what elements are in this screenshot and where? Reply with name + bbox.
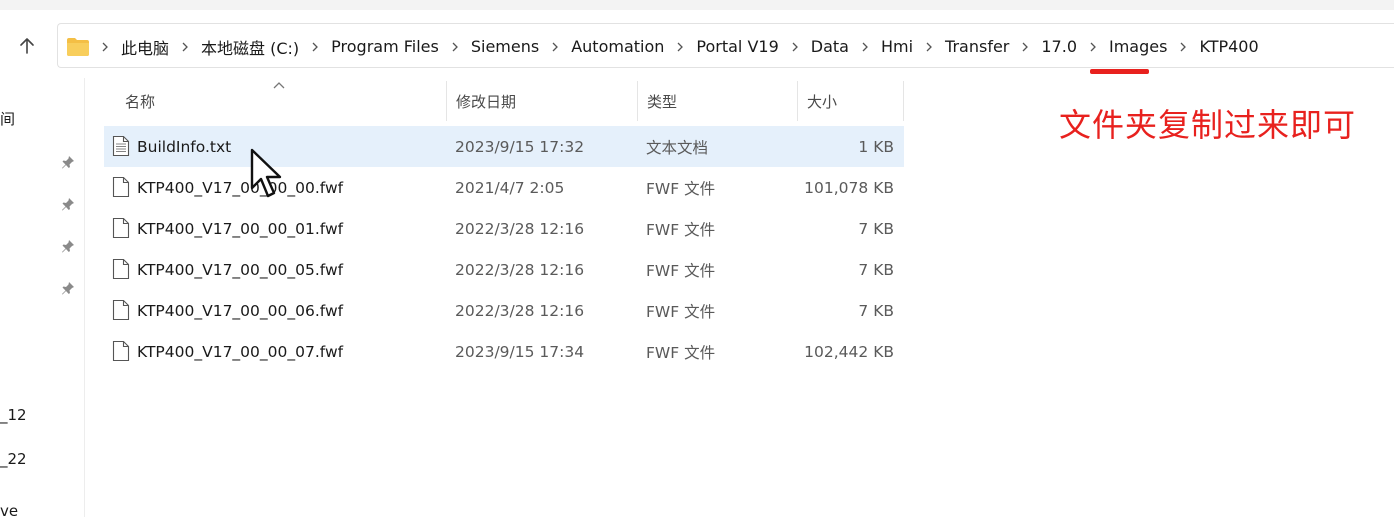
file-name: KTP400_V17_00_00_07.fwf bbox=[137, 342, 344, 361]
file-list: BuildInfo.txt 2023/9/15 17:32 文本文档 1 KB KTP4… bbox=[104, 126, 904, 372]
breadcrumb-item-ktp400[interactable]: KTP400 bbox=[1194, 37, 1263, 56]
file-row[interactable]: KTP400_V17_00_00_05.fwf 2022/3/28 12:16 FW… bbox=[104, 249, 904, 290]
pin-icon[interactable] bbox=[60, 280, 76, 296]
file-type: FWF 文件 bbox=[646, 261, 716, 280]
file-size: 7 KB bbox=[858, 260, 894, 279]
file-icon bbox=[112, 340, 130, 362]
annotation-underline bbox=[1090, 69, 1149, 74]
pin-icon[interactable] bbox=[60, 196, 76, 212]
chevron-right-icon bbox=[784, 42, 806, 52]
file-type: FWF 文件 bbox=[646, 220, 716, 239]
title-strip bbox=[0, 0, 1394, 10]
chevron-right-icon bbox=[1014, 42, 1036, 52]
file-icon bbox=[112, 217, 130, 239]
file-type: FWF 文件 bbox=[646, 302, 716, 321]
file-modified-date: 2021/4/7 2:05 bbox=[455, 178, 565, 197]
breadcrumb-item-program-files[interactable]: Program Files bbox=[326, 37, 444, 56]
chevron-right-icon bbox=[669, 42, 691, 52]
mouse-cursor-icon bbox=[250, 148, 282, 198]
file-row[interactable]: KTP400_V17_00_00_01.fwf 2022/3/28 12:16 FW… bbox=[104, 208, 904, 249]
breadcrumb-item-automation[interactable]: Automation bbox=[566, 37, 669, 56]
up-button[interactable] bbox=[14, 33, 40, 59]
column-header-size[interactable]: 大小 bbox=[798, 81, 904, 121]
column-header-date[interactable]: 修改日期 bbox=[447, 81, 638, 121]
address-bar[interactable]: 此电脑 本地磁盘 (C:) Program Files Siemens Auto… bbox=[57, 23, 1394, 68]
file-name: KTP400_V17_00_00_01.fwf bbox=[137, 219, 344, 238]
file-modified-date: 2022/3/28 12:16 bbox=[455, 260, 585, 279]
breadcrumb-item-images[interactable]: Images bbox=[1104, 37, 1172, 56]
annotation-text: 文件夹复制过来即可 bbox=[1059, 106, 1357, 144]
nav-item-fragment[interactable]: 间 bbox=[0, 108, 15, 129]
chevron-right-icon bbox=[544, 42, 566, 52]
chevron-right-icon bbox=[94, 42, 116, 52]
file-size: 101,078 KB bbox=[804, 178, 894, 197]
breadcrumb-item-this-pc[interactable]: 此电脑 bbox=[116, 35, 174, 59]
file-modified-date: 2023/9/15 17:32 bbox=[455, 137, 585, 156]
chevron-right-icon bbox=[174, 42, 196, 52]
breadcrumb-item-data[interactable]: Data bbox=[806, 37, 854, 56]
file-type: FWF 文件 bbox=[646, 179, 716, 198]
arrow-up-icon bbox=[20, 38, 34, 54]
file-size: 1 KB bbox=[858, 137, 894, 156]
nav-item-fragment[interactable]: _22 bbox=[0, 450, 27, 468]
file-modified-date: 2023/9/15 17:34 bbox=[455, 342, 585, 361]
nav-item-fragment[interactable]: _12 bbox=[0, 406, 27, 424]
file-row[interactable]: KTP400_V17_00_00_00.fwf 2021/4/7 2:05 FWF … bbox=[104, 167, 904, 208]
pin-icon[interactable] bbox=[60, 154, 76, 170]
breadcrumb-item-portal-v19[interactable]: Portal V19 bbox=[691, 37, 783, 56]
breadcrumb: 此电脑 本地磁盘 (C:) Program Files Siemens Auto… bbox=[66, 24, 1264, 69]
breadcrumb-item-17-0[interactable]: 17.0 bbox=[1036, 37, 1082, 56]
chevron-right-icon bbox=[304, 42, 326, 52]
breadcrumb-item-local-disk[interactable]: 本地磁盘 (C:) bbox=[196, 35, 304, 59]
file-icon bbox=[112, 299, 130, 321]
file-name: KTP400_V17_00_00_06.fwf bbox=[137, 301, 344, 320]
breadcrumb-item-siemens[interactable]: Siemens bbox=[466, 37, 544, 56]
chevron-right-icon bbox=[918, 42, 940, 52]
nav-item-fragment[interactable]: ve bbox=[0, 502, 18, 520]
file-row[interactable]: KTP400_V17_00_00_07.fwf 2023/9/15 17:34 FW… bbox=[104, 331, 904, 372]
column-header-type[interactable]: 类型 bbox=[638, 81, 798, 121]
file-icon bbox=[112, 176, 130, 198]
file-name: KTP400_V17_00_00_05.fwf bbox=[137, 260, 344, 279]
chevron-right-icon bbox=[854, 42, 876, 52]
file-row[interactable]: KTP400_V17_00_00_06.fwf 2022/3/28 12:16 FW… bbox=[104, 290, 904, 331]
file-size: 7 KB bbox=[858, 301, 894, 320]
breadcrumb-item-transfer[interactable]: Transfer bbox=[940, 37, 1014, 56]
navigation-pane: 间 _12 _22 ve bbox=[0, 78, 85, 520]
file-type: FWF 文件 bbox=[646, 343, 716, 362]
file-modified-date: 2022/3/28 12:16 bbox=[455, 301, 585, 320]
chevron-right-icon bbox=[444, 42, 466, 52]
text-file-icon bbox=[112, 135, 130, 157]
file-name: BuildInfo.txt bbox=[137, 137, 232, 156]
file-icon bbox=[112, 258, 130, 280]
folder-icon bbox=[67, 37, 89, 56]
chevron-right-icon bbox=[1172, 42, 1194, 52]
file-type: 文本文档 bbox=[646, 138, 709, 157]
breadcrumb-item-hmi[interactable]: Hmi bbox=[876, 37, 918, 56]
file-modified-date: 2022/3/28 12:16 bbox=[455, 219, 585, 238]
file-name: KTP400_V17_00_00_00.fwf bbox=[137, 178, 344, 197]
chevron-right-icon bbox=[1082, 42, 1104, 52]
file-size: 7 KB bbox=[858, 219, 894, 238]
file-row[interactable]: BuildInfo.txt 2023/9/15 17:32 文本文档 1 KB bbox=[104, 126, 904, 167]
file-size: 102,442 KB bbox=[804, 342, 894, 361]
column-headers: 名称 修改日期 类型 大小 bbox=[104, 81, 904, 121]
column-header-name[interactable]: 名称 bbox=[104, 81, 447, 121]
pin-icon[interactable] bbox=[60, 238, 76, 254]
